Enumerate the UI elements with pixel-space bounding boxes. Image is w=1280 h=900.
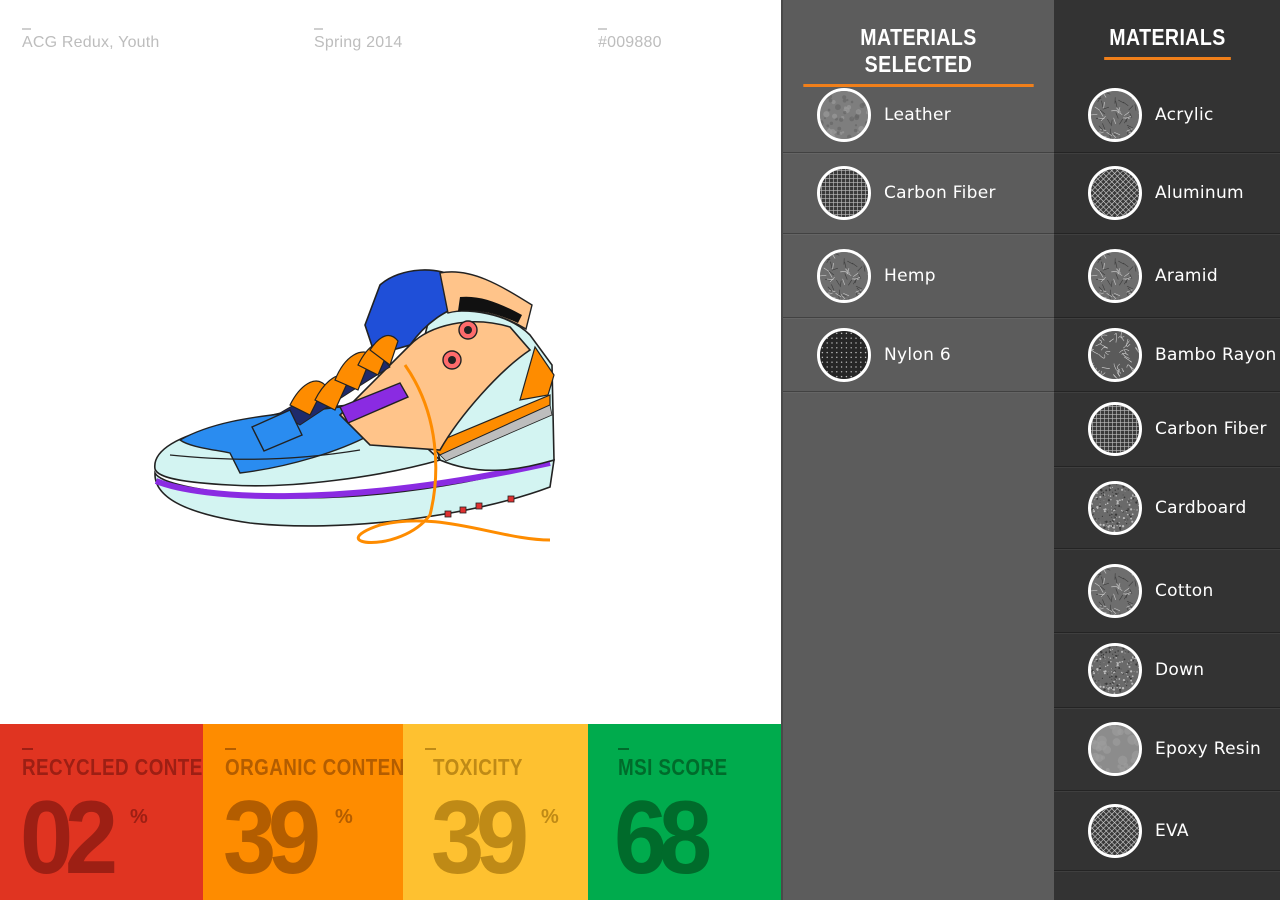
speckle-texture <box>1091 483 1139 532</box>
material-label: EVA <box>1155 820 1189 841</box>
score-unit: % <box>130 806 148 828</box>
score-value: 68 <box>614 780 712 896</box>
selected-material-item[interactable]: Hemp <box>783 234 1054 318</box>
speckle-texture <box>1091 646 1139 694</box>
material-swatch-icon <box>1088 402 1142 456</box>
score-dash <box>425 748 436 750</box>
sneaker-illustration <box>140 255 570 560</box>
material-item[interactable]: Acrylic <box>1054 77 1280 153</box>
score-dash <box>225 748 236 750</box>
product-name-text: ACG Redux, Youth <box>22 34 160 51</box>
score-label: RECYCLED CONTENT <box>22 754 203 780</box>
material-swatch-icon <box>1088 166 1142 220</box>
product-code: #009880 <box>598 28 662 52</box>
material-label: Bambo Rayon <box>1155 344 1277 365</box>
materials-selected-panel: MATERIALS SELECTED Leather Carbon Fiber He… <box>781 0 1054 900</box>
grid-texture <box>1091 405 1139 453</box>
material-label: Carbon Fiber <box>1155 419 1267 439</box>
score-dash <box>618 748 629 750</box>
fibrous-texture <box>820 251 868 300</box>
materials-panel: MATERIALS Acrylic Aluminum Aramid Bambo Ray… <box>1054 0 1280 900</box>
product-season-text: Spring 2014 <box>314 34 403 51</box>
material-swatch-icon <box>1088 643 1142 697</box>
product-season: Spring 2014 <box>314 28 403 52</box>
msi-score: MSI SCORE 68 <box>588 724 781 900</box>
material-label: Leather <box>884 104 952 125</box>
material-swatch-icon <box>1088 563 1142 618</box>
score-value: 39 <box>431 780 529 896</box>
material-item[interactable]: EVA <box>1054 791 1280 871</box>
score-value: 39 <box>223 780 321 896</box>
organic-content-score: ORGANIC CONTENT 39 % <box>203 724 403 900</box>
selected-material-item[interactable]: Leather <box>783 77 1054 153</box>
material-label: Aluminum <box>1155 183 1244 203</box>
grid-texture <box>820 169 868 217</box>
toxicity-score: TOXICITY 39 % <box>403 724 588 900</box>
material-label: Cardboard <box>1155 497 1247 518</box>
material-swatch-icon <box>817 327 871 382</box>
weave-texture <box>1091 330 1139 379</box>
score-value: 02 <box>20 780 118 896</box>
score-unit: % <box>335 806 353 828</box>
material-item[interactable]: Carbon Fiber <box>1054 392 1280 467</box>
material-item[interactable]: Aluminum <box>1054 153 1280 234</box>
fibrous-texture <box>1091 251 1139 300</box>
material-swatch-icon <box>817 166 871 220</box>
material-item[interactable]: Cotton <box>1054 549 1280 633</box>
material-label: Acrylic <box>1155 104 1214 125</box>
material-swatch-icon <box>1088 87 1142 142</box>
score-label: ORGANIC CONTENT <box>225 754 403 780</box>
product-name: ACG Redux, Youth <box>22 28 160 52</box>
product-workspace: ACG Redux, Youth Spring 2014 #009880 REC… <box>0 0 781 900</box>
sneaker-drawing <box>154 269 555 544</box>
material-swatch-icon <box>1088 803 1142 858</box>
recycled-content-score: RECYCLED CONTENT 02 % <box>0 724 203 900</box>
product-code-text: #009880 <box>598 34 662 51</box>
material-label: Carbon Fiber <box>884 183 996 203</box>
material-label: Hemp <box>884 265 936 286</box>
material-swatch-icon <box>817 248 871 303</box>
material-label: Nylon 6 <box>884 344 951 365</box>
leather-texture <box>820 90 868 139</box>
material-label: Down <box>1155 660 1205 680</box>
selected-material-item[interactable]: Nylon 6 <box>783 318 1054 392</box>
fibrous-texture <box>1091 566 1139 615</box>
material-swatch-icon <box>817 87 871 142</box>
smooth-texture <box>1091 725 1139 773</box>
selected-material-item[interactable]: Carbon Fiber <box>783 153 1054 234</box>
material-label: Aramid <box>1155 265 1218 286</box>
material-item[interactable]: Bambo Rayon <box>1054 318 1280 392</box>
dot-texture <box>820 330 868 379</box>
material-label: Cotton <box>1155 580 1214 601</box>
score-label: MSI SCORE <box>618 754 728 780</box>
material-swatch-icon <box>1088 722 1142 776</box>
score-label: TOXICITY <box>433 754 523 780</box>
score-unit: % <box>541 806 559 828</box>
materials-header: MATERIALS <box>1054 24 1280 60</box>
material-label: Epoxy Resin <box>1155 739 1262 759</box>
material-item[interactable]: Epoxy Resin <box>1054 708 1280 791</box>
material-item[interactable]: Down <box>1054 633 1280 708</box>
material-swatch-icon <box>1088 248 1142 303</box>
material-swatch-icon <box>1088 327 1142 382</box>
material-item[interactable]: Cardboard <box>1054 467 1280 549</box>
materials-title: MATERIALS <box>1103 24 1231 60</box>
material-item[interactable]: Aramid <box>1054 234 1280 318</box>
material-swatch-icon <box>1088 480 1142 535</box>
fibrous-texture <box>1091 90 1139 139</box>
meta-dash <box>598 28 607 30</box>
meta-dash <box>314 28 323 30</box>
crosshatch-texture <box>1091 169 1139 217</box>
score-dash <box>22 748 33 750</box>
crosshatch-texture <box>1091 806 1139 855</box>
meta-dash <box>22 28 31 30</box>
